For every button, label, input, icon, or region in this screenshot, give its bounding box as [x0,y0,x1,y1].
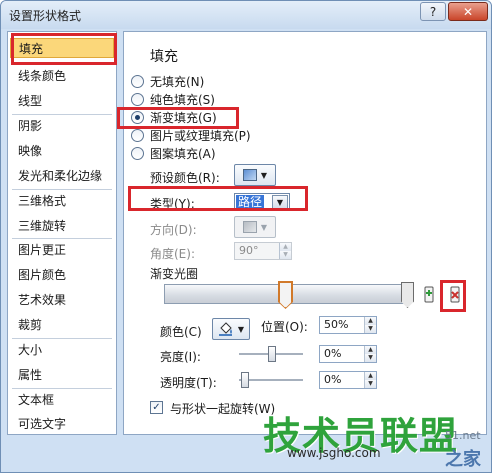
spin-up-icon[interactable]: ▲ [365,372,376,380]
position-spinner[interactable]: 50% ▲ ▼ [319,316,377,334]
gradient-stop-handle[interactable] [401,282,414,308]
direction-label: 方向(D): [150,223,197,237]
preset-colors-dropdown[interactable]: ▼ [234,164,276,186]
add-gradient-stop-icon[interactable] [420,285,438,305]
sidebar-item-glow[interactable]: 发光和柔化边缘 [18,166,102,186]
radio-pattern-fill[interactable]: 图案填充(A) [131,144,216,162]
angle-spinner[interactable]: 90° ▲ ▼ [234,242,292,260]
spin-down-icon[interactable]: ▼ [365,380,376,388]
spinner-arrows[interactable]: ▲ ▼ [364,346,376,362]
dialog-title: 设置形状格式 [9,9,82,23]
sidebar-item-shadow[interactable]: 阴影 [18,116,42,136]
radio-solid-fill[interactable]: 纯色填充(S) [131,90,215,108]
radio-gradient-fill[interactable]: 渐变填充(G) [131,108,217,126]
stop-color-dropdown[interactable]: ▼ [212,318,250,340]
sidebar-item-artistic-effects[interactable]: 艺术效果 [18,290,66,310]
transparency-spinner[interactable]: 0% ▲ ▼ [319,371,377,389]
sidebar-divider [12,338,112,339]
brightness-spinner[interactable]: 0% ▲ ▼ [319,345,377,363]
sidebar-item-size[interactable]: 大小 [18,340,42,360]
radio-no-fill[interactable]: 无填充(N) [131,72,204,90]
transparency-label: 透明度(T): [160,376,217,390]
rotate-with-shape-checkbox[interactable]: ✓ [150,401,163,414]
chevron-down-icon: ▼ [260,222,268,232]
radio-label: 无填充(N) [150,74,205,89]
angle-value: 90° [239,244,259,257]
sidebar-divider [12,114,112,115]
sidebar-item-text-box[interactable]: 文本框 [18,390,54,410]
position-value[interactable]: 50% [324,318,348,331]
gradient-swatch-icon [242,169,257,181]
category-sidebar: 填充 线条颜色 线型 阴影 映像 发光和柔化边缘 三维格式 三维旋转 图片更正 … [7,31,117,435]
sidebar-divider [12,388,112,389]
sidebar-item-picture-corrections[interactable]: 图片更正 [18,240,66,260]
chevron-down-icon: ▼ [237,324,245,334]
format-shape-dialog: 设置形状格式 ? ✕ 填充 线条颜色 线型 阴影 映像 发光和柔化边缘 三维格式… [0,0,492,473]
sidebar-item-reflection[interactable]: 映像 [18,141,42,161]
chevron-down-icon: ▼ [260,170,268,180]
radio-picture-fill[interactable]: 图片或纹理填充(P) [131,126,251,144]
spinner-arrows[interactable]: ▲ ▼ [364,372,376,388]
radio-label: 图片或纹理填充(P) [150,128,251,143]
sidebar-item-crop[interactable]: 裁剪 [18,315,42,335]
watermark-url: www.jsgho.com [287,446,381,460]
brightness-value[interactable]: 0% [324,347,341,360]
watermark-corner: 之家 [445,449,481,470]
direction-swatch-icon [242,221,257,233]
spin-up-icon[interactable]: ▲ [280,243,291,251]
watermark-corner-top: 51.net [445,429,481,442]
radio-button[interactable] [131,146,144,160]
close-button[interactable]: ✕ [448,2,488,21]
transparency-value[interactable]: 0% [324,373,341,386]
radio-label: 图案填充(A) [150,146,216,161]
direction-dropdown[interactable]: ▼ [234,216,276,238]
radio-button[interactable] [131,128,144,142]
sidebar-item-picture-color[interactable]: 图片颜色 [18,265,66,285]
type-label: 类型(Y): [150,197,195,211]
spin-down-icon[interactable]: ▼ [280,251,291,259]
angle-label: 角度(E): [150,247,195,261]
spin-down-icon[interactable]: ▼ [365,354,376,362]
radio-button[interactable] [131,92,144,106]
help-button[interactable]: ? [420,2,446,21]
radio-label: 纯色填充(S) [150,92,215,107]
sidebar-divider [12,238,112,239]
sidebar-item-line-color[interactable]: 线条颜色 [18,66,66,86]
spinner-arrows[interactable]: ▲ ▼ [364,317,376,333]
remove-gradient-stop-icon[interactable] [446,285,464,305]
sidebar-item-properties[interactable]: 属性 [18,365,42,385]
sidebar-item-fill[interactable]: 填充 [10,38,114,58]
chevron-down-icon[interactable]: ▼ [272,195,288,209]
type-dropdown[interactable]: 路径 ▼ [234,193,290,211]
spin-up-icon[interactable]: ▲ [365,346,376,354]
type-selected-value: 路径 [236,195,265,209]
radio-label: 渐变填充(G) [150,110,217,125]
spin-up-icon[interactable]: ▲ [365,317,376,325]
rotate-with-shape-label: 与形状一起旋转(W) [170,402,276,416]
gradient-stops-label: 渐变光圈 [150,267,199,281]
fill-panel: 填充 无填充(N) 纯色填充(S) 渐变填充(G) 图片或纹理填充(P) 图案填… [123,31,487,435]
sidebar-item-3d-rotation[interactable]: 三维旋转 [18,216,66,236]
brightness-label: 亮度(I): [160,350,201,364]
sidebar-item-alt-text[interactable]: 可选文字 [18,414,66,434]
sidebar-divider [12,189,112,190]
section-title: 填充 [150,49,178,65]
sidebar-item-line-style[interactable]: 线型 [18,91,42,111]
paint-bucket-icon [218,322,232,336]
position-label: 位置(O): [261,320,308,334]
title-bar: 设置形状格式 ? ✕ [1,1,491,29]
brightness-slider-thumb[interactable] [268,346,276,362]
sidebar-item-3d-format[interactable]: 三维格式 [18,191,66,211]
spin-down-icon[interactable]: ▼ [365,325,376,333]
color-label: 颜色(C) [160,325,202,339]
radio-button[interactable] [131,74,144,88]
preset-colors-label: 预设颜色(R): [150,171,220,185]
transparency-slider-thumb[interactable] [241,372,249,388]
spinner-arrows[interactable]: ▲ ▼ [279,243,291,259]
radio-button-checked[interactable] [131,110,144,124]
